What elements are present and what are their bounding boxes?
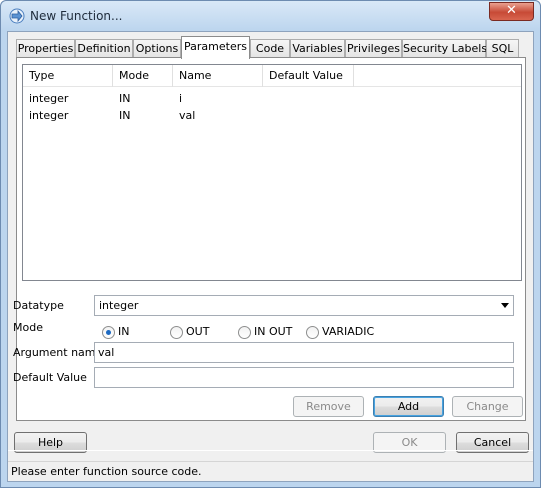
title-bar[interactable]: New Function... ✕: [1, 1, 540, 31]
parameters-table[interactable]: Type Mode Name Default Value integer IN …: [22, 64, 522, 281]
dialog-client: Properties Definition Options Parameters…: [7, 31, 534, 482]
close-button[interactable]: ✕: [489, 2, 534, 21]
argument-name-value: val: [98, 346, 115, 359]
radio-selected-icon[interactable]: [102, 326, 115, 339]
tab-variables[interactable]: Variables: [290, 39, 345, 58]
column-header-default-value[interactable]: Default Value: [263, 65, 354, 87]
radio-label: IN OUT: [254, 325, 293, 338]
status-bar: Please enter function source code.: [8, 461, 533, 481]
function-arrow-icon: [9, 8, 25, 24]
default-value-input[interactable]: [94, 367, 514, 388]
tab-label: Privileges: [347, 42, 400, 55]
tab-label: SQL: [491, 42, 514, 55]
cell-name: i: [179, 92, 183, 105]
cell-type: integer: [29, 109, 69, 122]
cell-mode: IN: [119, 109, 131, 122]
tab-definition[interactable]: Definition: [75, 39, 133, 58]
tab-code[interactable]: Code: [250, 39, 290, 58]
default-value-label: Default Value: [13, 371, 87, 384]
radio-icon[interactable]: [170, 326, 183, 339]
table-row[interactable]: integer IN val: [23, 107, 521, 124]
window-title: New Function...: [30, 9, 123, 23]
radio-icon[interactable]: [306, 326, 319, 339]
status-text: Please enter function source code.: [11, 465, 202, 478]
tab-label: Options: [135, 42, 179, 55]
tab-privileges[interactable]: Privileges: [345, 39, 402, 58]
datatype-label: Datatype: [13, 299, 64, 312]
dialog-window: New Function... ✕ Properties Definition …: [0, 0, 541, 488]
change-button[interactable]: Change: [452, 396, 523, 417]
tab-label: Security Labels: [403, 42, 488, 55]
datatype-select[interactable]: integer: [94, 295, 514, 316]
add-button[interactable]: Add: [373, 396, 444, 417]
tab-properties[interactable]: Properties: [16, 39, 75, 58]
column-header-name[interactable]: Name: [173, 65, 263, 87]
cell-mode: IN: [119, 92, 131, 105]
cell-name: val: [179, 109, 196, 122]
tab-label: Variables: [292, 42, 343, 55]
cell-type: integer: [29, 92, 69, 105]
table-row[interactable]: integer IN i: [23, 90, 521, 107]
tab-label: Definition: [77, 42, 131, 55]
tab-label: Properties: [17, 42, 74, 55]
tab-parameters[interactable]: Parameters: [181, 36, 250, 59]
tab-security-labels[interactable]: Security Labels: [402, 39, 488, 58]
tab-options[interactable]: Options: [133, 39, 181, 58]
divider: [8, 450, 533, 451]
tab-label: Code: [255, 42, 285, 55]
radio-label: VARIADIC: [322, 325, 375, 338]
radio-label: OUT: [186, 325, 210, 338]
datatype-value: integer: [99, 299, 139, 312]
tab-label: Parameters: [184, 40, 247, 53]
table-header: Type Mode Name Default Value: [23, 65, 521, 87]
column-header-mode[interactable]: Mode: [113, 65, 173, 87]
tab-sql[interactable]: SQL: [486, 39, 519, 58]
close-icon: ✕: [506, 3, 517, 18]
argument-name-input[interactable]: val: [94, 342, 514, 363]
remove-button[interactable]: Remove: [293, 396, 364, 417]
radio-icon[interactable]: [238, 326, 251, 339]
column-header-type[interactable]: Type: [23, 65, 113, 87]
radio-label: IN: [118, 325, 130, 338]
mode-label: Mode: [13, 321, 43, 334]
argument-name-label: Argument name: [13, 346, 103, 359]
chevron-down-icon[interactable]: [501, 303, 509, 308]
